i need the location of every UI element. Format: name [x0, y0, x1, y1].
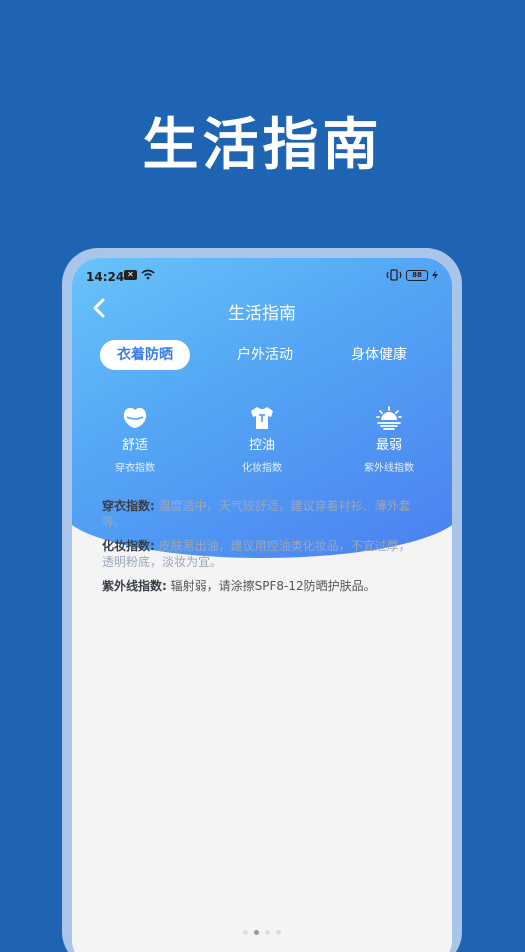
index-label: 紫外线指数: [364, 463, 414, 474]
details-section: 穿衣指数: 温度适中，天气较舒适，建议穿着衬衫、薄外套等。 化妆指数: 皮肤易出…: [102, 498, 422, 602]
tab-outdoor-activity[interactable]: 户外活动: [220, 340, 310, 370]
status-bar: 14:24 ✕ 88: [72, 266, 452, 288]
charging-icon: [432, 270, 438, 280]
detail-uv: 紫外线指数: 辐射弱，请涂擦SPF8-12防晒护肤品。: [102, 579, 376, 593]
detail-clothing: 穿衣指数: 温度适中，天气较舒适，建议穿着衬衫、薄外套等。: [102, 499, 411, 529]
index-makeup: 控油 化妆指数: [207, 406, 317, 474]
nav-bar: 生活指南: [72, 296, 452, 324]
tab-clothing-sunscreen[interactable]: 衣着防晒: [100, 340, 190, 370]
index-label: 穿衣指数: [115, 463, 155, 474]
index-uv: 最弱 紫外线指数: [334, 406, 444, 474]
lips-icon: [123, 407, 147, 428]
status-time: 14:24: [86, 270, 125, 284]
tab-body-health[interactable]: 身体健康: [334, 340, 424, 370]
page-title: 生活指南: [228, 304, 296, 324]
battery-icon: 88: [406, 269, 428, 281]
index-row: 舒适 穿衣指数 控油 化妆指数 最弱 紫外线指数: [72, 406, 452, 476]
index-value: 最弱: [375, 438, 402, 453]
notification-icon: ✕: [124, 269, 137, 280]
sun-icon: [376, 406, 402, 430]
shirt-icon: [251, 407, 273, 429]
detail-makeup: 化妆指数: 皮肤易出油，建议用控油类化妆品，不宜过厚，透明粉底，淡妆为宜。: [102, 539, 411, 569]
wifi-icon: [141, 269, 155, 280]
index-value: 控油: [248, 438, 275, 453]
index-clothing: 舒适 穿衣指数: [80, 406, 190, 474]
promo-title: 生活指南: [142, 113, 383, 178]
phone-screen: 14:24 ✕ 88 生活指南 衣着防晒 户外活动 身体健康 舒适 穿衣指数 控…: [72, 258, 452, 952]
tab-bar: 衣着防晒 户外活动 身体健康: [72, 340, 452, 370]
index-value: 舒适: [121, 438, 148, 453]
vibrate-icon: [386, 269, 402, 281]
page-indicator: [72, 930, 452, 935]
index-label: 化妆指数: [242, 463, 282, 474]
